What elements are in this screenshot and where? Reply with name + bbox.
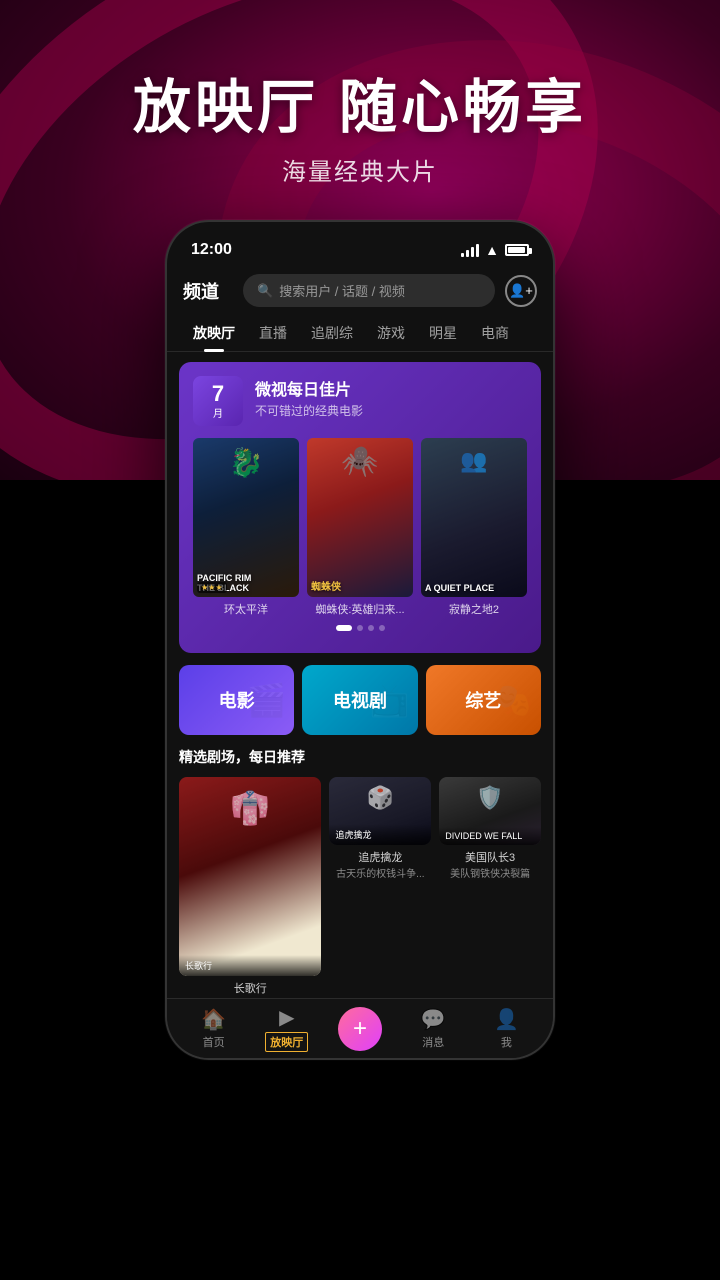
poster-text-2: 蜘蛛侠 — [311, 578, 409, 593]
drama-sub-3: 美队钢铁侠决裂篇 — [439, 865, 541, 880]
nav-message-label: 消息 — [422, 1034, 444, 1050]
poster-label-1: 环太平洋 — [193, 601, 299, 617]
nav-fanying-label: 放映厅 — [265, 1032, 308, 1052]
tab-live[interactable]: 直播 — [249, 315, 297, 351]
drama-col2: 🎲 追虎擒龙 追虎擒龙 古天乐的权钱斗争... — [329, 777, 431, 998]
phone-mockup: 12:00 ▲ 频道 🔍 搜索用户 / 话题 / 视频 — [165, 220, 555, 1060]
message-icon: 💬 — [421, 1007, 446, 1032]
drama-title-1: 长歌行 — [179, 980, 321, 996]
cat-tv[interactable]: 电视剧 📺 — [302, 665, 417, 735]
poster-label-2: 蜘蛛侠:英雄归来... — [307, 601, 413, 617]
wifi-icon: ▲ — [485, 242, 499, 258]
date-num: 7 — [212, 383, 224, 405]
app-header: 频道 🔍 搜索用户 / 话题 / 视频 👤+ — [167, 266, 553, 315]
cat-tv-label: 电视剧 — [333, 687, 387, 713]
home-icon: 🏠 — [201, 1007, 226, 1032]
tab-drama[interactable]: 追剧综 — [301, 315, 363, 351]
plus-button[interactable]: + — [338, 1007, 382, 1051]
banner-title: 微视每日佳片 — [255, 376, 363, 400]
search-icon: 🔍 — [257, 283, 273, 299]
dot-2 — [357, 625, 363, 631]
dot-3 — [368, 625, 374, 631]
add-user-button[interactable]: 👤+ — [505, 275, 537, 307]
nav-message[interactable]: 💬 消息 — [397, 1007, 470, 1050]
bottom-nav: 🏠 首页 ▶ 放映厅 + 💬 消息 👤 我 — [167, 998, 553, 1058]
nav-fanying[interactable]: ▶ 放映厅 — [250, 1005, 323, 1052]
fanying-icon: ▶ — [279, 1005, 294, 1030]
dot-1 — [336, 625, 352, 631]
drama-title-3: 美国队长3 — [439, 849, 541, 865]
drama-label-2: 追虎擒龙 — [329, 824, 431, 845]
drama-title-2: 追虎擒龙 — [329, 849, 431, 865]
poster-quiet-place[interactable]: 👥 A QUIET PLACE 寂静之地2 — [421, 438, 527, 617]
status-bar: 12:00 ▲ — [167, 222, 553, 266]
nav-tabs: 放映厅 直播 追剧综 游戏 明星 电商 — [167, 315, 553, 352]
battery-icon — [505, 244, 529, 256]
dot-4 — [379, 625, 385, 631]
date-unit: 月 — [213, 405, 223, 420]
cat-movie[interactable]: 电影 🎬 — [179, 665, 294, 735]
profile-icon: 👤 — [494, 1007, 519, 1032]
nav-home-label: 首页 — [203, 1034, 225, 1050]
hero-section: 放映厅 随心畅享 海量经典大片 — [0, 60, 720, 187]
cat-movie-label: 电影 — [219, 687, 255, 713]
posters-row: 🐉 PACIFIC RIMTHE BLACK ★★★ 环太平洋 🕷️ 蜘蛛侠 蜘… — [193, 438, 527, 617]
drama-sub-1: 迪丽热巴与君长歌 — [179, 996, 321, 998]
nav-profile-label: 我 — [501, 1034, 512, 1050]
poster-label-3: 寂静之地2 — [421, 601, 527, 617]
featured-banner[interactable]: 7 月 微视每日佳片 不可错过的经典电影 🐉 PACIFIC RIMTHE B — [179, 362, 541, 653]
nav-profile[interactable]: 👤 我 — [470, 1007, 543, 1050]
poster-text-3: A QUIET PLACE — [425, 583, 523, 593]
drama-label-3: DIVIDED WE FALL — [439, 827, 541, 845]
cat-variety-label: 综艺 — [465, 687, 501, 713]
hero-title: 放映厅 随心畅享 — [0, 60, 720, 144]
status-time: 12:00 — [191, 241, 232, 259]
tab-game[interactable]: 游戏 — [367, 315, 415, 351]
signal-icon — [461, 243, 479, 257]
drama-col3: 🛡️ DIVIDED WE FALL 美国队长3 美队钢铁侠决裂篇 — [439, 777, 541, 998]
search-bar[interactable]: 🔍 搜索用户 / 话题 / 视频 — [243, 274, 495, 307]
search-placeholder: 搜索用户 / 话题 / 视频 — [279, 281, 405, 300]
banner-subtitle: 不可错过的经典电影 — [255, 402, 363, 419]
main-content: 7 月 微视每日佳片 不可错过的经典电影 🐉 PACIFIC RIMTHE B — [167, 352, 553, 998]
channel-title: 频道 — [183, 278, 233, 304]
poster-badge-1: ★★★ — [197, 582, 227, 593]
tab-fanying[interactable]: 放映厅 — [183, 315, 245, 351]
poster-pacific-rim[interactable]: 🐉 PACIFIC RIMTHE BLACK ★★★ 环太平洋 — [193, 438, 299, 617]
drama-sub-2: 古天乐的权钱斗争... — [329, 865, 431, 880]
date-badge: 7 月 — [193, 376, 243, 426]
section-title-dramas: 精选剧场，每日推荐 — [179, 747, 541, 767]
category-row: 电影 🎬 电视剧 📺 综艺 🎭 — [179, 665, 541, 735]
drama-label-1: 长歌行 — [179, 955, 321, 976]
drama-zhuihu[interactable]: 🎲 追虎擒龙 追虎擒龙 古天乐的权钱斗争... — [329, 777, 431, 880]
nav-home[interactable]: 🏠 首页 — [177, 1007, 250, 1050]
tab-star[interactable]: 明星 — [419, 315, 467, 351]
status-icons: ▲ — [461, 242, 529, 258]
add-user-icon: 👤+ — [509, 283, 533, 299]
drama-changgexing[interactable]: 👘 长歌行 长歌行 迪丽热巴与君长歌 — [179, 777, 321, 998]
poster-spiderman[interactable]: 🕷️ 蜘蛛侠 蜘蛛侠:英雄归来... — [307, 438, 413, 617]
plus-icon: + — [353, 1015, 367, 1043]
drama-row: 👘 长歌行 长歌行 迪丽热巴与君长歌 🎲 追虎擒龙 追虎擒龙 古天乐的权钱斗争 — [179, 777, 541, 998]
hero-subtitle: 海量经典大片 — [0, 152, 720, 187]
nav-plus[interactable]: + — [323, 1007, 396, 1051]
cat-variety[interactable]: 综艺 🎭 — [426, 665, 541, 735]
carousel-dots — [193, 625, 527, 631]
drama-captain-america[interactable]: 🛡️ DIVIDED WE FALL 美国队长3 美队钢铁侠决裂篇 — [439, 777, 541, 880]
tab-ecommerce[interactable]: 电商 — [471, 315, 519, 351]
